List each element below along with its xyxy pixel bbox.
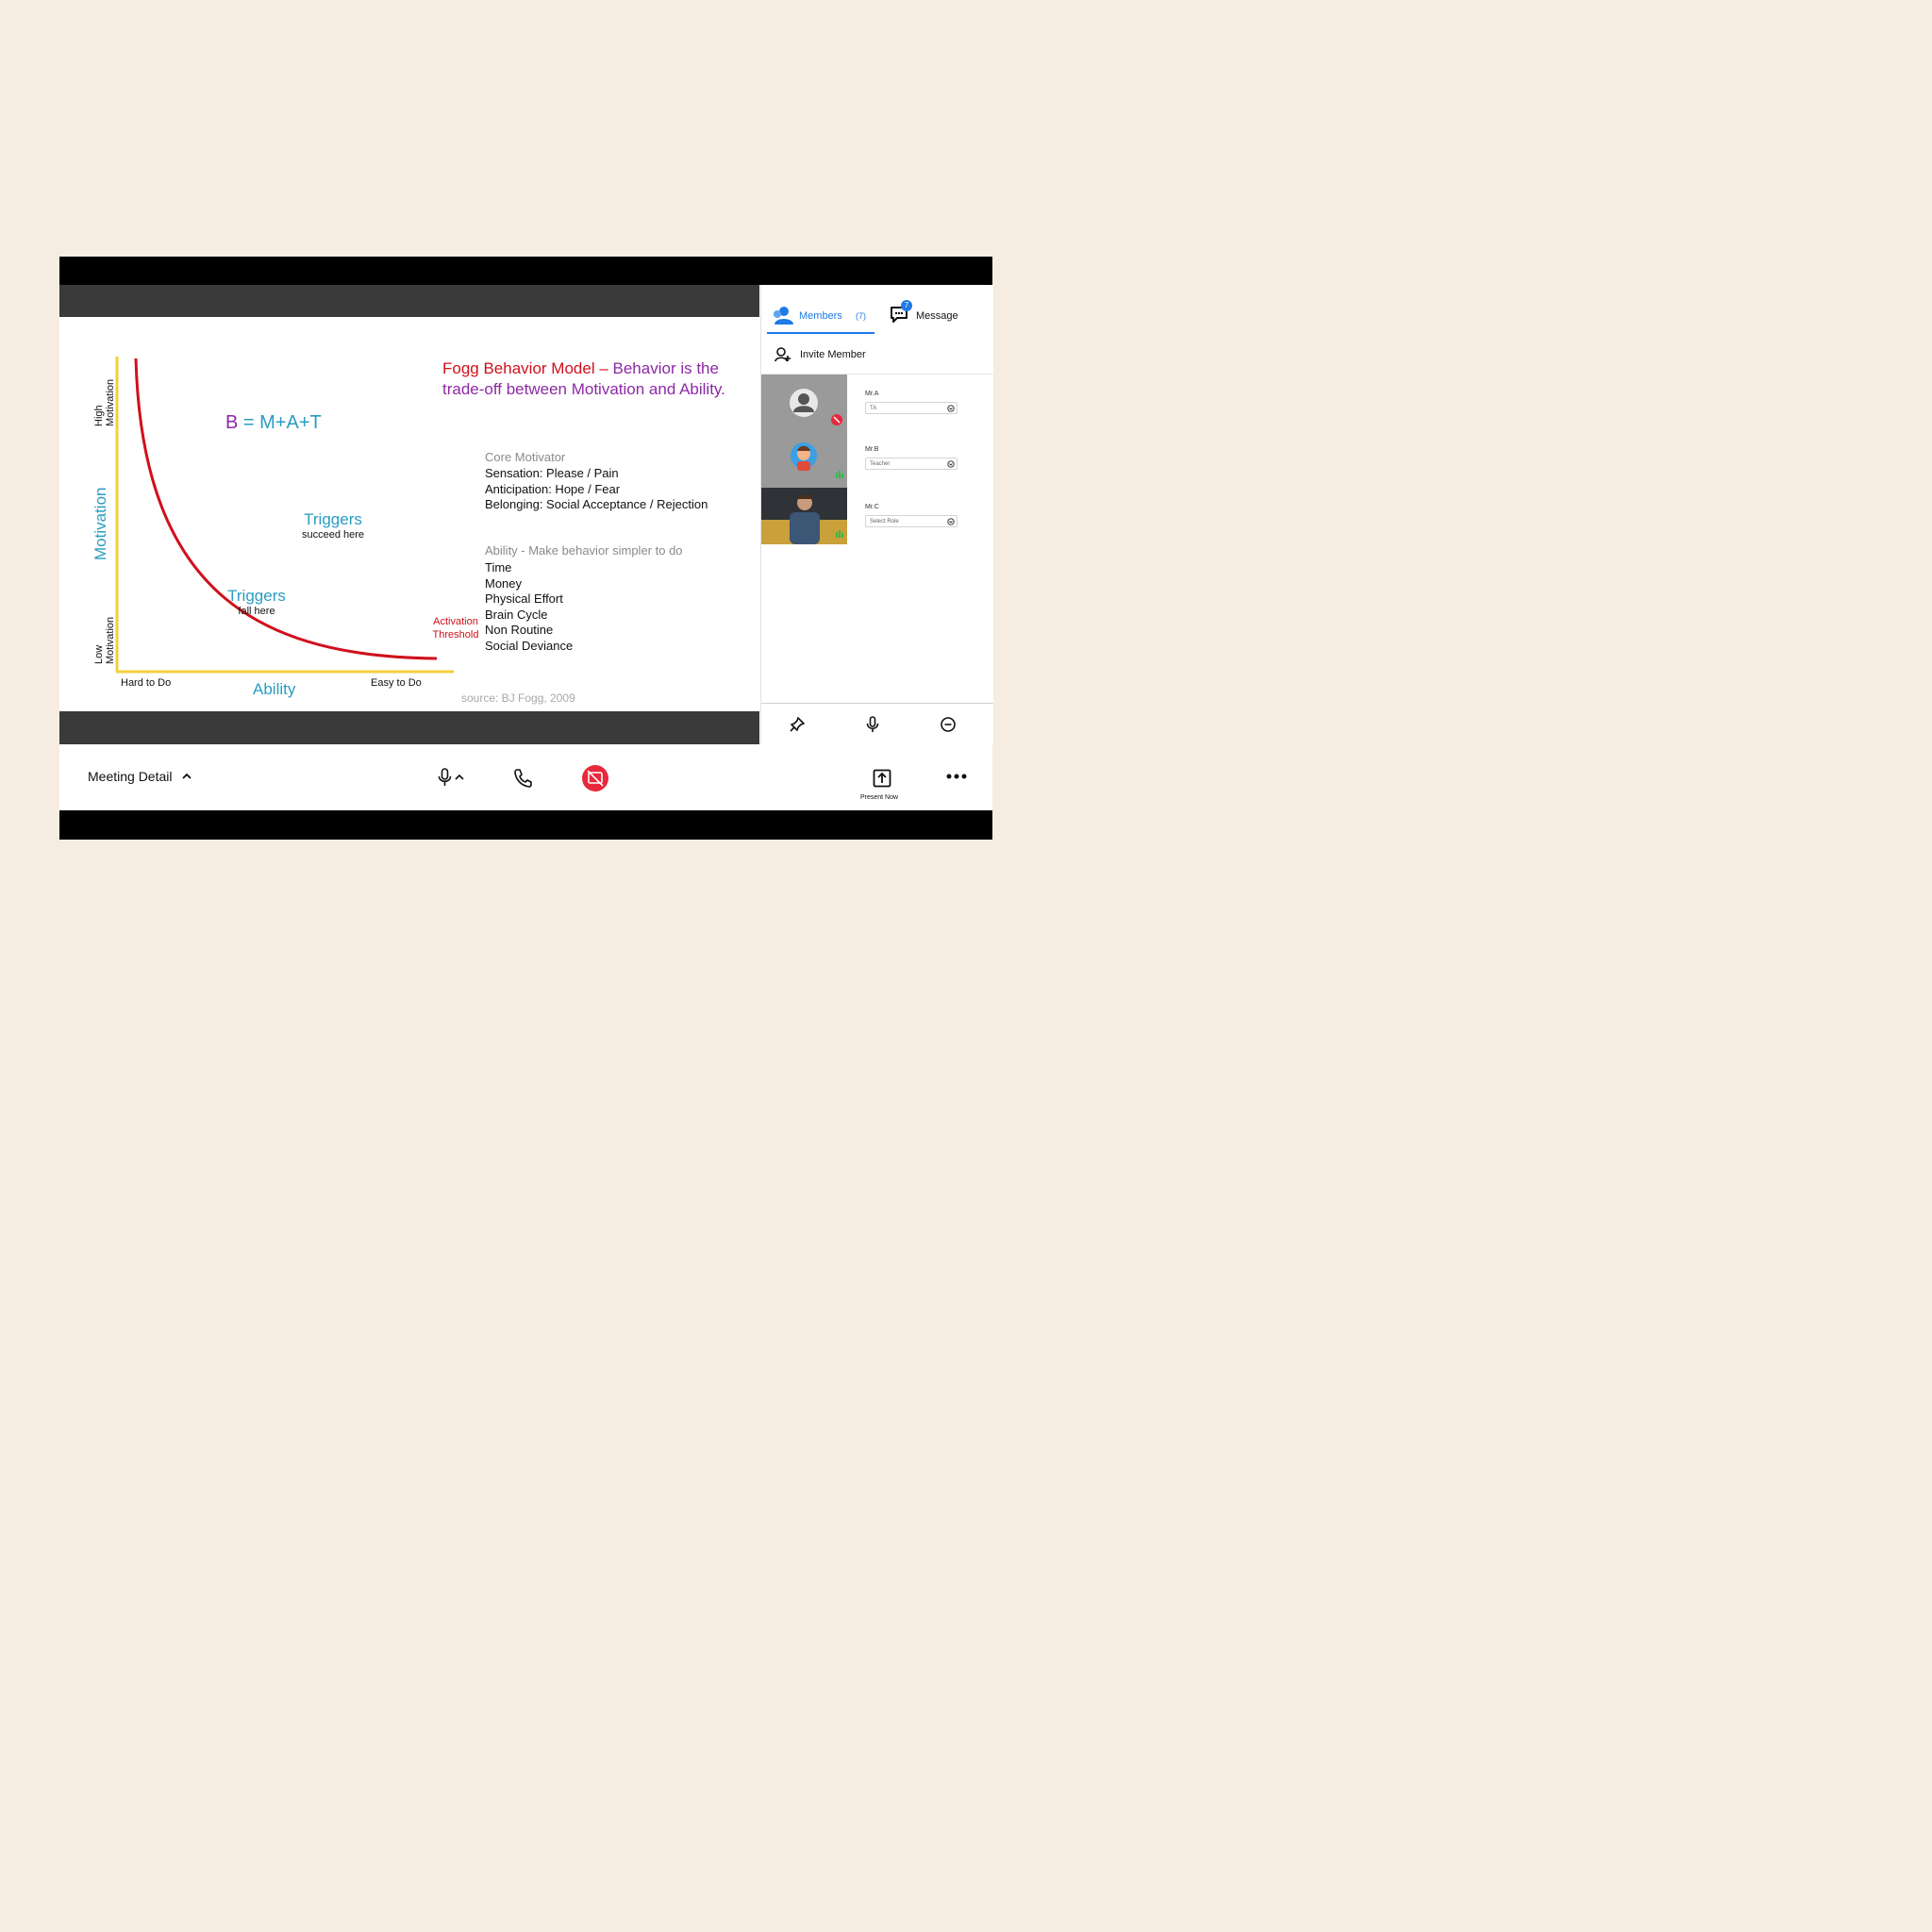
member-name: Mr.C — [865, 504, 879, 510]
role-select[interactable]: Select Role — [865, 515, 958, 527]
tab-members[interactable]: Members (7) — [767, 296, 874, 334]
invite-member-button[interactable]: Invite Member — [761, 336, 993, 375]
microphone-icon — [438, 768, 464, 786]
motivation-axis-label: Motivation — [92, 487, 109, 560]
members-count: (7) — [856, 311, 866, 321]
slide-title-red: Fogg Behavior Model – — [442, 359, 608, 377]
present-now-icon[interactable] — [873, 769, 891, 788]
window-frame: Fogg Behavior Model – Behavior is the tr… — [59, 257, 993, 840]
avatar — [761, 375, 847, 431]
avatar — [761, 488, 847, 544]
slide-title: Fogg Behavior Model – Behavior is the tr… — [442, 358, 744, 400]
triggers-succeed: Triggers succeed here — [286, 510, 380, 541]
chevron-down-icon — [947, 460, 955, 468]
formula: B = M+A+T — [225, 412, 322, 434]
meeting-app: Fogg Behavior Model – Behavior is the tr… — [59, 285, 993, 810]
more-options-icon[interactable] — [946, 773, 967, 780]
tab-message[interactable]: 7 Message — [890, 296, 984, 332]
ability-axis-label: Ability — [253, 680, 296, 698]
pin-icon[interactable] — [788, 715, 807, 734]
member-row-a[interactable]: Mr.A TA — [761, 375, 993, 431]
low-motivation-line-1: Low — [93, 644, 105, 664]
list-item: Social Deviance — [485, 638, 574, 653]
stop-video-button[interactable] — [581, 764, 609, 792]
activation-line-2: Threshold — [432, 629, 479, 641]
easy-to-do-label: Easy to Do — [371, 677, 422, 689]
presentation-stage: Fogg Behavior Model – Behavior is the tr… — [59, 285, 759, 744]
panel-footer — [761, 703, 993, 745]
triggers-succeed-caption: succeed here — [301, 529, 365, 541]
list-item: Sensation: Please / Pain — [485, 466, 619, 480]
slide-source: source: BJ Fogg, 2009 — [461, 691, 575, 705]
present-now-label: Present Now — [859, 794, 899, 801]
core-motivator-heading: Core Motivator — [485, 450, 566, 464]
members-icon — [774, 307, 793, 325]
high-motivation-line-1: High — [93, 405, 105, 426]
meeting-detail-button[interactable]: Meeting Detail — [88, 769, 192, 784]
list-item: Physical Effort — [485, 591, 563, 607]
remove-circle-icon[interactable] — [939, 715, 958, 734]
chevron-down-icon — [947, 518, 955, 525]
message-badge: 7 — [901, 300, 912, 311]
default-avatar-icon — [790, 389, 842, 425]
members-panel: Members (7) 7 Message Invite Member Mr.A… — [760, 285, 993, 744]
list-item: Money — [485, 575, 523, 591]
chevron-down-icon — [947, 405, 955, 412]
role-value: Select Role — [870, 519, 899, 525]
phone-icon[interactable] — [512, 767, 533, 788]
list-item: Belonging: Social Acceptance / Rejection — [485, 497, 708, 512]
list-item: Non Routine — [485, 623, 554, 638]
activation-threshold-label: Activation Threshold — [418, 615, 493, 641]
hard-to-do-label: Hard to Do — [121, 677, 172, 689]
microphone-icon[interactable] — [863, 715, 882, 734]
list-item: Time — [485, 560, 512, 575]
bottom-toolbar: Meeting Detail Present Now — [59, 744, 992, 810]
high-motivation-line-2: Motivation — [105, 378, 116, 426]
ability-list: Time Money Physical Effort Brain Cycle N… — [485, 560, 573, 655]
member-name: Mr.A — [865, 391, 879, 397]
microphone-menu-button[interactable] — [437, 767, 469, 788]
low-motivation-label: Low Motivation — [93, 617, 116, 664]
role-select[interactable]: Teacher — [865, 458, 958, 470]
invite-member-label: Invite Member — [800, 349, 866, 360]
avatar — [761, 431, 847, 488]
role-value: TA — [870, 406, 877, 411]
activation-line-1: Activation — [433, 616, 478, 627]
panel-tabs: Members (7) 7 Message — [761, 285, 993, 336]
member-row-b[interactable]: Mr.B Teacher — [761, 431, 993, 488]
formula-rest: = M+A+T — [242, 412, 322, 433]
list-item: Anticipation: Hope / Fear — [485, 481, 621, 496]
formula-b: B — [225, 412, 239, 433]
members-tab-label: Members — [799, 310, 842, 322]
low-motivation-line-2: Motivation — [105, 616, 116, 664]
list-item: Brain Cycle — [485, 607, 548, 622]
core-motivator-list: Sensation: Please / Pain Anticipation: H… — [485, 466, 708, 513]
chevron-up-icon — [182, 773, 192, 779]
meeting-detail-label: Meeting Detail — [88, 769, 173, 784]
triggers-fail: Triggers fall here — [209, 587, 304, 617]
role-select[interactable]: TA — [865, 402, 958, 414]
member-name: Mr.B — [865, 446, 879, 453]
ability-heading: Ability - Make behavior simpler to do — [485, 543, 683, 558]
video-thumbnail — [761, 488, 847, 544]
member-row-c[interactable]: Mr.C Select Role — [761, 488, 993, 544]
triggers-fail-caption: fall here — [238, 606, 275, 617]
triggers-succeed-title: Triggers — [304, 510, 362, 528]
cartoon-avatar-icon — [791, 442, 843, 478]
add-user-icon — [774, 347, 791, 362]
role-value: Teacher — [870, 461, 891, 467]
message-tab-label: Message — [916, 310, 958, 322]
high-motivation-label: High Motivation — [93, 379, 116, 426]
shared-slide: Fogg Behavior Model – Behavior is the tr… — [59, 317, 759, 711]
triggers-fail-title: Triggers — [227, 587, 286, 605]
